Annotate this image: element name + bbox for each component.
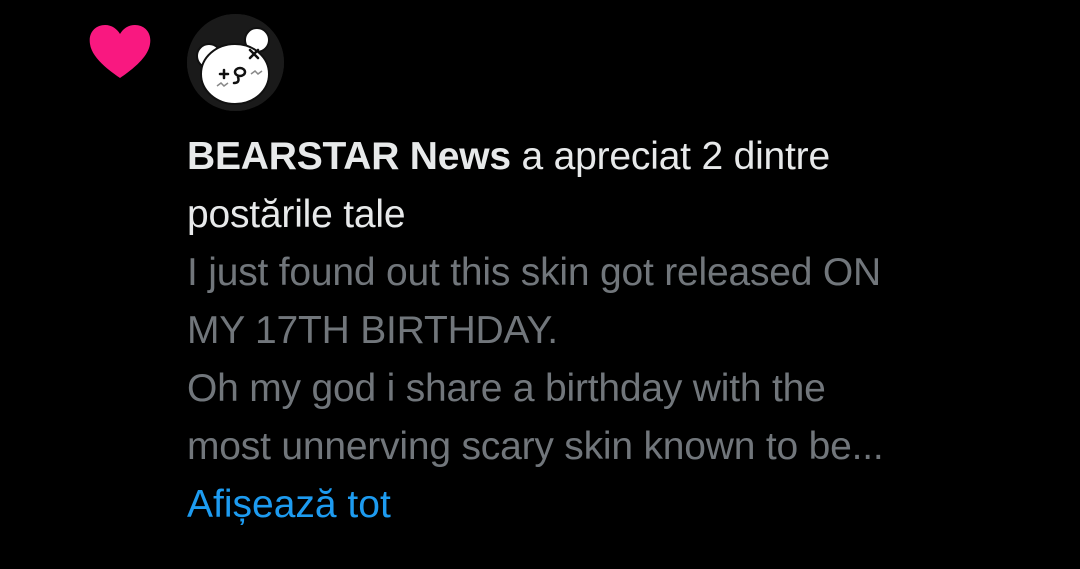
notification-headline: BEARSTAR News a apreciat 2 dintre postări… [187, 128, 1047, 244]
like-notification[interactable]: BEARSTAR News a apreciat 2 dintre postări… [0, 0, 1080, 569]
bear-avatar-icon [187, 14, 284, 111]
author-name[interactable]: BEARSTAR News [187, 135, 511, 178]
action-text-continued: postările tale [187, 193, 406, 236]
heart-icon [89, 25, 151, 78]
action-text: a apreciat 2 dintre [510, 135, 831, 178]
post-line: MY 17TH BIRTHDAY. [187, 309, 558, 352]
post-line: Oh my god i share a birthday with the [187, 367, 826, 410]
notification-content: BEARSTAR News a apreciat 2 dintre postări… [187, 128, 1047, 534]
post-line: I just found out this skin got released … [187, 251, 881, 294]
post-line: most unnerving scary skin known to be... [187, 425, 884, 468]
show-more-link[interactable]: Afișează tot [187, 476, 391, 534]
avatar[interactable] [187, 14, 284, 111]
post-preview[interactable]: I just found out this skin got released … [187, 244, 1047, 476]
